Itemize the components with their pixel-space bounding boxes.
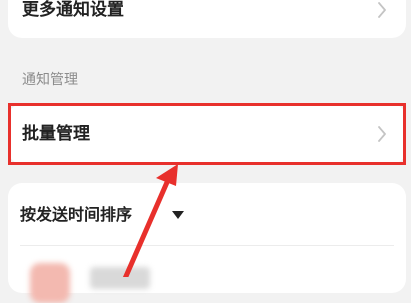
- app-icon[interactable]: [30, 263, 70, 303]
- chevron-right-icon: [378, 2, 386, 18]
- app-name-placeholder: [90, 267, 150, 289]
- chevron-right-icon: [378, 126, 386, 142]
- caret-down-icon[interactable]: [172, 210, 184, 220]
- batch-management-row[interactable]: 批量管理: [8, 104, 406, 164]
- more-notification-settings-row[interactable]: 更多通知设置: [8, 0, 406, 38]
- sort-by-send-time-label[interactable]: 按发送时间排序: [20, 205, 132, 225]
- batch-management-label: 批量管理: [22, 124, 90, 144]
- divider: [20, 245, 394, 246]
- notification-management-section-title: 通知管理: [22, 72, 78, 88]
- more-notification-settings-label: 更多通知设置: [22, 0, 124, 20]
